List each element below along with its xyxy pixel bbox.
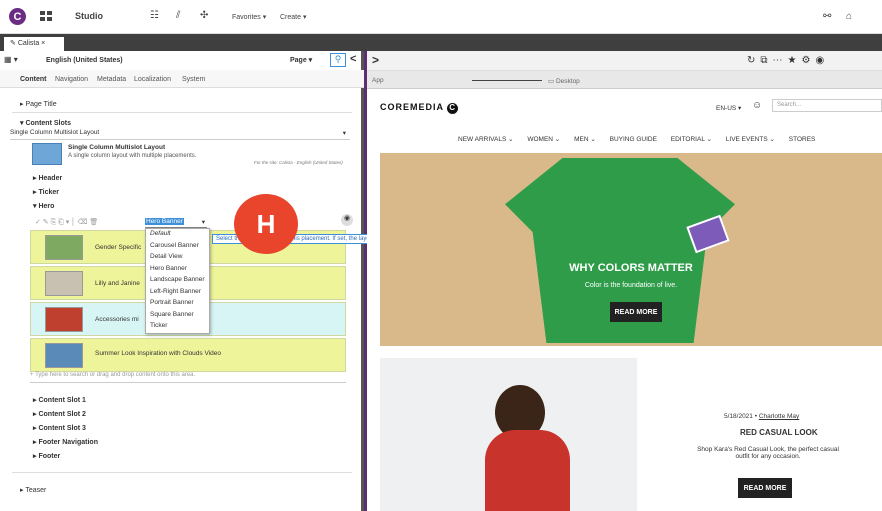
nav-men[interactable]: MEN ⌄ [574,136,596,143]
brand-logo[interactable]: COREMEDIA C [380,102,459,114]
page-title-section[interactable]: ▸ Page Title [20,100,57,108]
article-title: RED CASUAL LOOK [740,428,818,437]
teaser-section[interactable]: ▸ Teaser [20,486,46,494]
inbox-icon[interactable]: ⌂ [846,11,852,22]
variant-select[interactable]: Hero Banner ▾ [145,218,207,228]
nav-women[interactable]: WOMEN ⌄ [527,136,560,143]
locale-select[interactable]: EN-US ▾ [716,104,741,112]
tab-localization[interactable]: Localization [134,76,171,83]
dropdown-option[interactable]: Portrait Banner [146,298,209,310]
link-icon[interactable]: ⚯ [823,11,831,22]
list-item-label: Summer Look Inspiration with Clouds Vide… [95,350,221,357]
tab-metadata[interactable]: Metadata [97,76,126,83]
preview-actions-icon[interactable]: ↻⧉⋯★⚙◉ [747,55,829,66]
hero-read-more-button[interactable]: READ MORE [610,302,662,322]
locale-flag-icon[interactable]: ▦ ▾ [4,55,18,64]
preview-toggle-icon[interactable]: ⚲ [330,53,346,67]
library-icon[interactable]: ☷ [150,10,159,21]
dropdown-option[interactable]: Carousel Banner [146,241,209,253]
device-bar [367,71,882,89]
dropdown-option[interactable]: Hero Banner [146,264,209,276]
layout-select[interactable]: Single Column Multislot Layout ▾ [10,129,350,140]
list-item-label: Accessories mi [95,316,139,323]
coremedia-logo-icon[interactable]: C [9,8,26,25]
dropdown-option[interactable]: Detail View [146,252,209,264]
device-select[interactable]: ▭ Desktop [548,77,580,85]
view-toggle-icon[interactable]: ◉ [341,214,353,226]
content-slots-section[interactable]: ▾ Content Slots [20,119,71,127]
footer-slot[interactable]: ▸ Footer [33,452,60,460]
dropdown-option[interactable]: Square Banner [146,310,209,322]
workflow-icon[interactable]: ✣ [200,10,208,21]
hero-toolbar: ✓ ✎ ⎘ ⎗ ▾ │ ⌫ 🗑 [35,219,99,226]
dropdown-option[interactable]: Landscape Banner [146,275,209,287]
layout-desc: A single column layout with multiple pla… [68,153,197,159]
hero-slot[interactable]: ▾ Hero [33,202,54,210]
user-icon[interactable]: ☺ [752,100,762,111]
page-button[interactable]: Page ▾ [290,56,312,64]
hero-subtitle: Color is the foundation of live. [584,282,678,289]
dropdown-option[interactable]: Ticker [146,321,209,333]
apps-grid-icon[interactable] [40,11,52,21]
tab-navigation[interactable]: Navigation [55,76,88,83]
variant-dropdown: Default Carousel Banner Detail View Hero… [145,228,210,334]
layout-thumbnail [32,143,62,165]
dropdown-option[interactable]: Default [146,229,209,241]
nav-editorial[interactable]: EDITORIAL ⌄ [671,136,712,143]
divider [12,472,352,473]
divider [12,112,352,113]
list-item-label: Lilly and Janine [95,280,140,287]
content-slot-2[interactable]: ▸ Content Slot 2 [33,410,86,418]
collapse-icon[interactable]: < [350,53,356,65]
tab-calista[interactable]: ✎ Calista × [4,37,64,51]
nav-stores[interactable]: STORES [789,136,816,143]
create-menu[interactable]: Create ▾ [280,13,306,21]
nav-buying-guide[interactable]: BUYING GUIDE [610,136,657,143]
layout-name: Single Column Multislot Layout [68,144,166,151]
content-slot-1[interactable]: ▸ Content Slot 1 [33,396,86,404]
hero-title: WHY COLORS MATTER [569,262,693,274]
top-toolbar [0,0,882,34]
edit-icon: ✎ [10,40,18,47]
article-read-more-button[interactable]: READ MORE [738,478,792,498]
footer-navigation-slot[interactable]: ▸ Footer Navigation [33,438,98,446]
article-meta: 5/18/2021 • Charlotte May [724,413,800,420]
nav-live-events[interactable]: LIVE EVENTS ⌄ [726,136,775,143]
person-sweater [485,430,570,511]
add-content-input[interactable]: + Type here to search or drag and drop c… [30,372,346,383]
expand-icon[interactable]: > [372,53,379,67]
step-badge-h: H [234,194,298,254]
app-title: Studio [75,11,103,21]
app-select[interactable]: App [372,77,384,84]
site-note: For the site: Calista - English (United … [254,160,343,165]
list-item-label: Gender Specific [95,244,142,251]
nav-new-arrivals[interactable]: NEW ARRIVALS ⌄ [458,136,514,143]
zoom-slider[interactable] [472,80,542,81]
tab-content[interactable]: Content [20,76,46,83]
article-text: Shop Kara's Red Casual Look, the perfect… [697,446,839,460]
tab-system[interactable]: System [182,76,205,83]
analytics-icon[interactable]: ⫽ [176,10,180,21]
ticker-slot[interactable]: ▸ Ticker [33,188,59,196]
author-link[interactable]: Charlotte May [759,413,799,420]
dropdown-option[interactable]: Left-Right Banner [146,287,209,299]
header-slot[interactable]: ▸ Header [33,174,62,182]
favorites-menu[interactable]: Favorites ▾ [232,13,266,21]
content-slot-3[interactable]: ▸ Content Slot 3 [33,424,86,432]
search-input[interactable]: Search... [772,99,882,112]
main-nav: NEW ARRIVALS ⌄ WOMEN ⌄ MEN ⌄ BUYING GUID… [458,135,827,143]
document-tab-bar [0,34,882,51]
locale-label: English (United States) [46,57,123,64]
